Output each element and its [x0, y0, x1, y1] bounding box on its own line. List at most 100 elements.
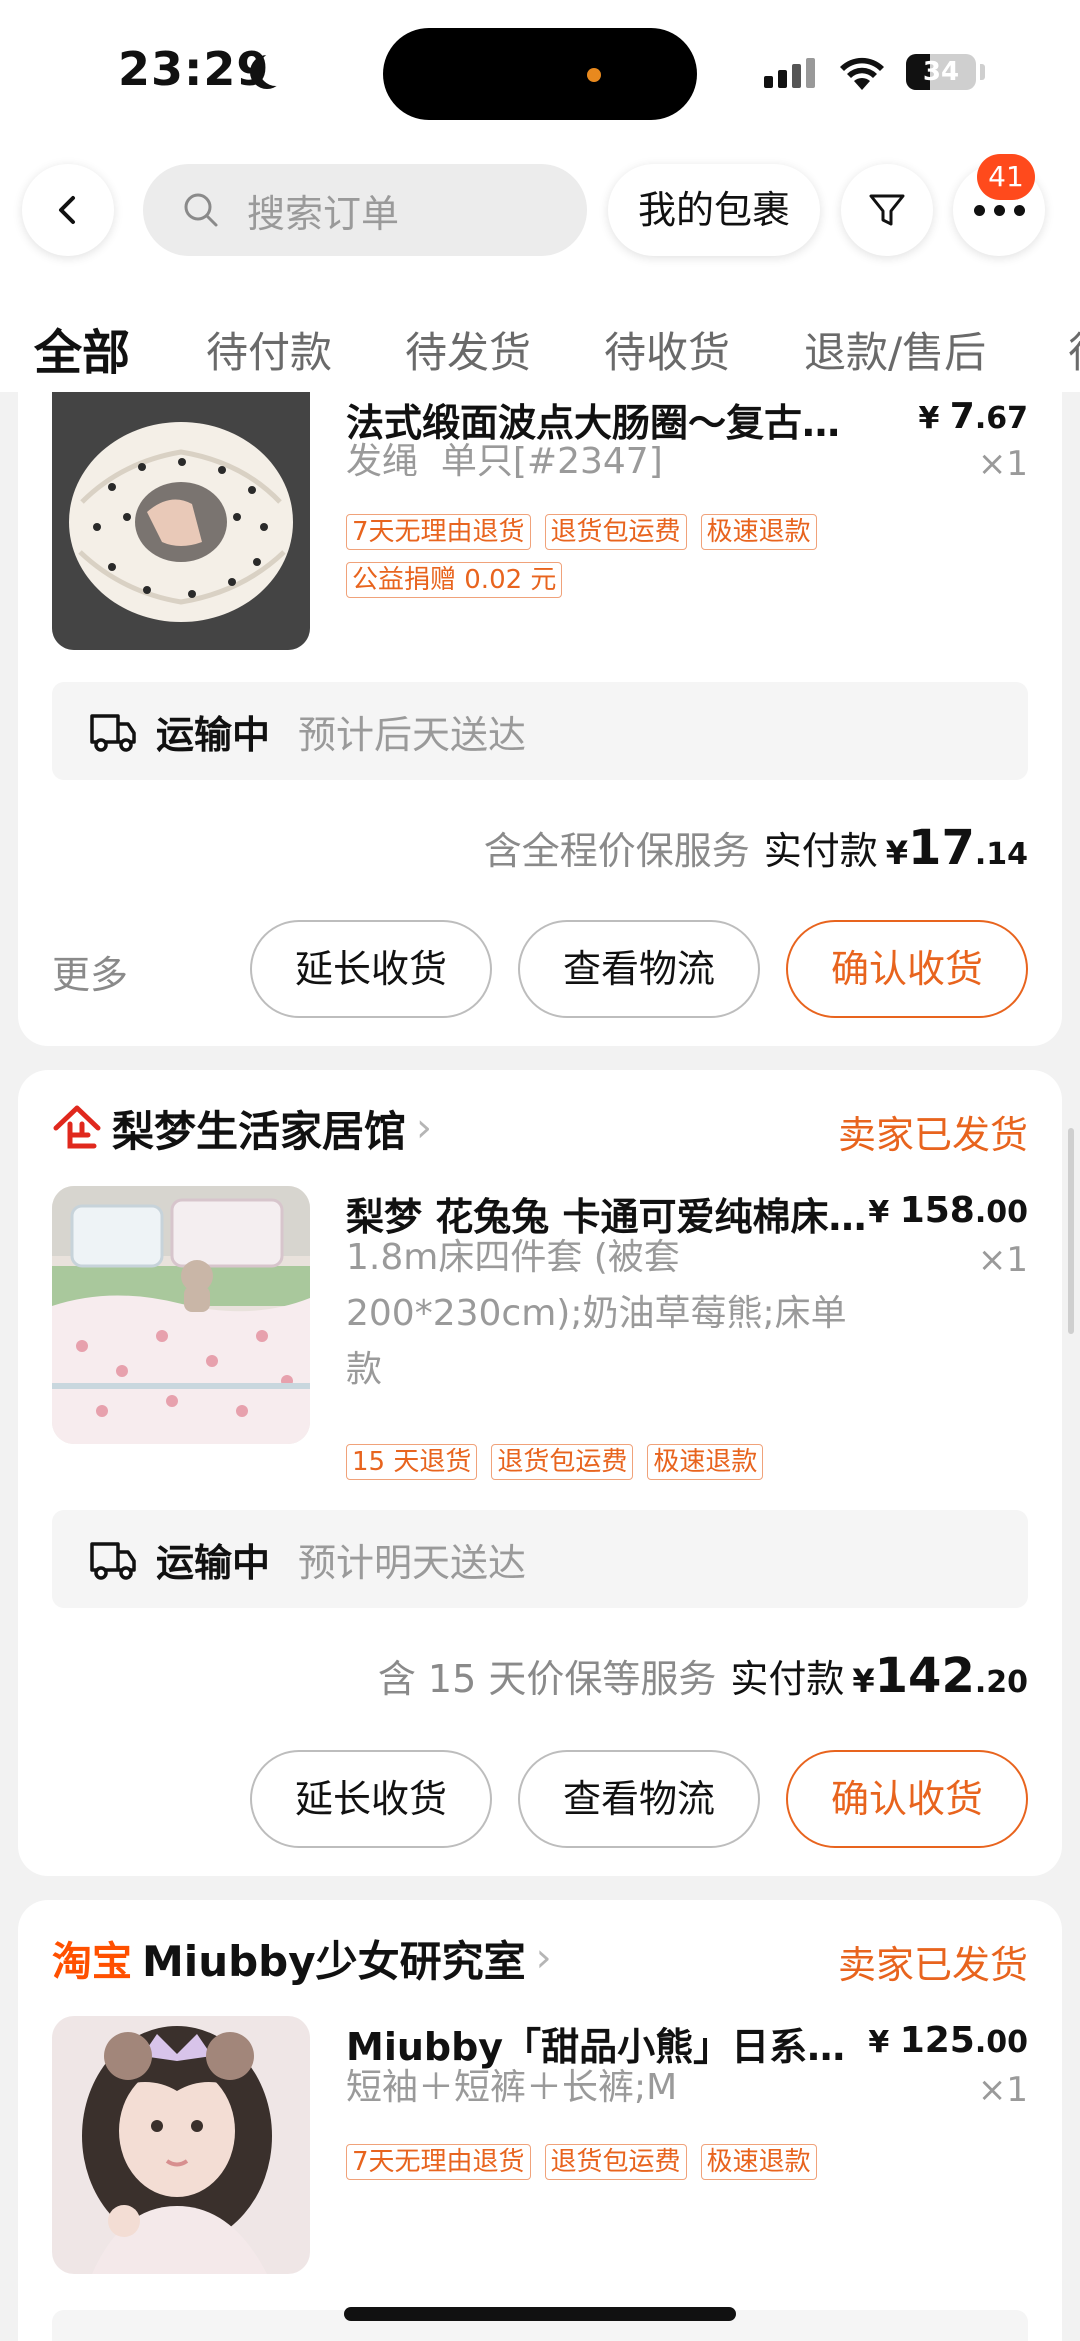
price-decimal: .67	[974, 401, 1028, 436]
tab-pending-payment[interactable]: 待付款	[206, 319, 332, 380]
currency-symbol: ¥	[918, 401, 940, 436]
amount-integer: 17	[908, 820, 975, 876]
truck-icon	[90, 1542, 136, 1580]
service-tag: 15 天退货	[346, 1444, 478, 1480]
shop-header[interactable]: 淘宝 Miubby少女研究室 ›	[52, 1930, 552, 1986]
back-button[interactable]	[22, 164, 114, 256]
service-tags: 7天无理由退货 退货包运费 极速退款 公益捐赠 0.02 元	[346, 514, 906, 598]
service-tag: 7天无理由退货	[346, 2144, 531, 2180]
more-dot-icon	[993, 204, 1005, 216]
battery-tip	[980, 64, 985, 80]
home-indicator[interactable]	[344, 2307, 736, 2321]
price-protection-service: 含 15 天价保等服务	[377, 1657, 717, 1701]
currency-symbol: ¥	[885, 834, 909, 872]
tab-refund-aftersale[interactable]: 退款/售后	[804, 319, 986, 380]
product-price: ¥ 125.00	[868, 2020, 1028, 2061]
price-integer: 158	[899, 1190, 975, 1231]
shipping-status-box[interactable]: 运输中 预计后天送达	[52, 682, 1028, 780]
search-icon	[184, 193, 218, 227]
extend-receipt-button[interactable]: 延长收货	[250, 1750, 492, 1848]
amount-integer: 142	[874, 1648, 975, 1704]
shipping-status: 运输中	[156, 712, 271, 757]
product-image[interactable]	[52, 1186, 310, 1444]
currency-symbol: ¥	[852, 1662, 875, 1700]
battery-level: 34	[922, 57, 960, 87]
more-dot-icon	[973, 204, 985, 216]
tab-pending-receipt[interactable]: 待收货	[604, 319, 730, 380]
search-input[interactable]: 搜索订单	[143, 164, 587, 256]
status-time: 23:29	[118, 42, 270, 96]
order-status: 卖家已发货	[837, 1113, 1028, 1157]
filter-button[interactable]	[841, 164, 933, 256]
taobao-logo: 淘宝	[52, 1939, 132, 1985]
product-spec: 1.8m床四件套 (被套200*230cm);奶油草莓熊;床单款	[346, 1237, 847, 1390]
price-protection-service: 含全程价保服务	[483, 829, 750, 873]
order-tabs: 全部 待付款 待发货 待收货 退款/售后 待	[0, 275, 1080, 392]
product-quantity: ×1	[977, 1240, 1028, 1280]
product-spec: 发绳 单只[#2347]	[346, 441, 663, 482]
scrollbar[interactable]	[1068, 1128, 1074, 1334]
price-decimal: .00	[974, 1195, 1028, 1230]
more-actions-link[interactable]: 更多	[52, 944, 128, 999]
dynamic-island	[383, 28, 697, 120]
service-tag: 退货包运费	[544, 2144, 687, 2180]
service-tags: 15 天退货 退货包运费 极速退款	[346, 1444, 906, 1480]
service-tag: 极速退款	[647, 1444, 764, 1480]
search-placeholder: 搜索订单	[247, 191, 400, 236]
view-logistics-button[interactable]: 查看物流	[518, 1750, 760, 1848]
shop-name: Miubby少女研究室	[142, 1936, 526, 1986]
shop-header[interactable]: 梨梦生活家居馆 ›	[52, 1100, 432, 1156]
enterprise-store-icon	[53, 1105, 101, 1149]
chevron-right-icon: ›	[535, 1935, 552, 1981]
product-quantity: ×1	[977, 444, 1028, 484]
service-tag: 公益捐赠 0.02 元	[346, 562, 563, 598]
shipping-eta: 预计后天送达	[298, 712, 527, 757]
shipping-status: 运输中	[156, 1540, 271, 1585]
order-card: 梨梦生活家居馆 › 卖家已发货 梨梦 花兔兔 卡通可爱纯棉床上四件套 ¥ 158…	[18, 1070, 1062, 1876]
product-price: ¥ 7.67	[918, 396, 1028, 437]
confirm-receipt-button[interactable]: 确认收货	[786, 920, 1028, 1018]
price-integer: 125	[899, 2020, 975, 2061]
price-decimal: .00	[974, 2025, 1028, 2060]
view-logistics-button[interactable]: 查看物流	[518, 920, 760, 1018]
confirm-receipt-button[interactable]: 确认收货	[786, 1750, 1028, 1848]
my-packages-button[interactable]: 我的包裹	[608, 164, 820, 256]
payment-summary: 含 15 天价保等服务 实付款 ¥ 142 .20	[378, 1648, 1028, 1704]
moon-icon	[259, 52, 293, 86]
shipping-status-box[interactable]: 运输中 预计明天送达	[52, 1510, 1028, 1608]
status-bar: 23:29 34	[0, 0, 1080, 150]
amount-paid-label: 实付款	[763, 829, 878, 873]
service-tag: 退货包运费	[491, 1444, 634, 1480]
shipping-eta: 预计明天送达	[298, 1540, 527, 1585]
product-price: ¥ 158.00	[868, 1190, 1028, 1231]
extend-receipt-button[interactable]: 延长收货	[250, 920, 492, 1018]
camera-indicator-icon	[587, 68, 601, 82]
filter-icon	[869, 194, 905, 226]
product-quantity: ×1	[977, 2070, 1028, 2110]
header: 搜索订单 我的包裹 41	[0, 150, 1080, 275]
service-tag: 极速退款	[700, 2144, 817, 2180]
shop-name: 梨梦生活家居馆	[112, 1106, 407, 1156]
amount-decimal: .20	[974, 1665, 1028, 1700]
order-card: 淘宝 Miubby少女研究室 › 卖家已发货 Miubby「甜品小熊」日系卡通睡…	[18, 1900, 1062, 2341]
battery-icon: 34	[906, 54, 976, 90]
tab-pending-review[interactable]: 待	[1068, 319, 1080, 380]
chevron-left-icon	[59, 196, 75, 224]
currency-symbol: ¥	[868, 1195, 890, 1230]
truck-icon	[90, 714, 136, 752]
service-tags: 7天无理由退货 退货包运费 极速退款	[346, 2144, 906, 2180]
tab-all[interactable]: 全部	[34, 313, 130, 383]
notification-badge: 41	[977, 154, 1035, 200]
service-tag: 退货包运费	[544, 514, 687, 550]
currency-symbol: ¥	[868, 2025, 890, 2060]
service-tag: 极速退款	[700, 514, 817, 550]
price-integer: 7	[949, 396, 975, 437]
tab-pending-shipment[interactable]: 待发货	[405, 319, 531, 380]
product-image[interactable]	[52, 392, 310, 650]
product-spec: 短袖＋短裤＋长裤;M	[346, 2067, 678, 2108]
product-image[interactable]	[52, 2016, 310, 2274]
cellular-signal-icon	[764, 58, 815, 88]
amount-paid-label: 实付款	[730, 1657, 845, 1701]
service-tag: 7天无理由退货	[346, 514, 531, 550]
more-dot-icon	[1013, 204, 1025, 216]
